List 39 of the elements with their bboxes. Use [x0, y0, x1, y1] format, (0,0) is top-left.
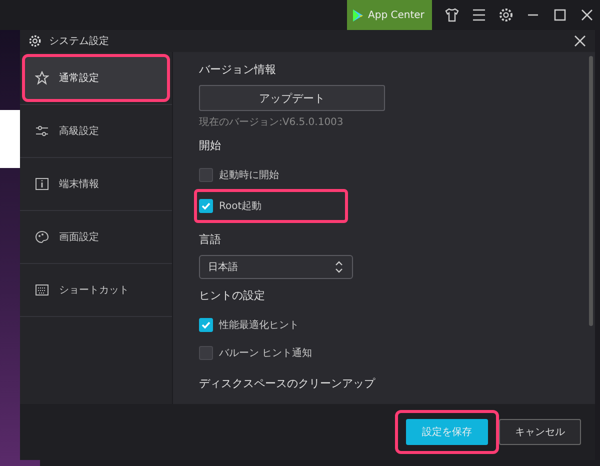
- keyboard-icon: [35, 283, 49, 297]
- play-store-icon: [352, 8, 364, 22]
- checkbox-label: 性能最適化ヒント: [219, 318, 299, 332]
- cancel-button[interactable]: キャンセル: [499, 419, 581, 445]
- checkbox[interactable]: [199, 318, 213, 332]
- close-icon[interactable]: [578, 7, 594, 23]
- close-icon[interactable]: [573, 34, 587, 48]
- checkbox[interactable]: [199, 168, 213, 182]
- chevron-icon: [334, 260, 344, 274]
- sidebar-item[interactable]: 画面設定: [22, 213, 170, 261]
- info-icon: [35, 177, 49, 191]
- menu-icon[interactable]: [470, 7, 486, 23]
- sidebar-item[interactable]: 通常設定: [22, 54, 170, 102]
- star-icon: [35, 71, 49, 85]
- section-heading: 言語: [199, 232, 222, 247]
- section-heading: ヒントの設定: [199, 288, 266, 303]
- section-heading: ディスクスペースのクリーンアップ: [199, 376, 376, 391]
- checkbox-label: バルーン ヒント通知: [219, 346, 312, 360]
- scrollbar[interactable]: [589, 56, 593, 326]
- maximize-icon[interactable]: [552, 7, 568, 23]
- settings-icon[interactable]: [498, 7, 514, 23]
- version-text: 現在のバージョン:V6.5.0.1003: [199, 116, 344, 129]
- shirt-icon[interactable]: [444, 7, 460, 23]
- sidebar-item[interactable]: 高級設定: [22, 107, 170, 155]
- checkbox-label: 起動時に開始: [219, 168, 279, 182]
- sidebar-item[interactable]: 端末情報: [22, 160, 170, 208]
- settings-icon: [28, 34, 42, 48]
- language-dropdown[interactable]: 日本語: [199, 255, 353, 279]
- checkbox[interactable]: [199, 346, 213, 360]
- app-center-button[interactable]: App Center: [347, 0, 432, 30]
- checkbox-label: Root起動: [219, 200, 262, 213]
- update-button[interactable]: アップデート: [199, 85, 385, 111]
- section-heading: バージョン情報: [199, 62, 277, 77]
- palette-icon: [35, 230, 49, 244]
- sidebar-item[interactable]: ショートカット: [22, 266, 170, 314]
- section-heading: 開始: [199, 138, 222, 153]
- sliders-icon: [35, 124, 49, 138]
- checkbox[interactable]: [199, 199, 213, 213]
- dialog-title: システム設定: [49, 34, 109, 48]
